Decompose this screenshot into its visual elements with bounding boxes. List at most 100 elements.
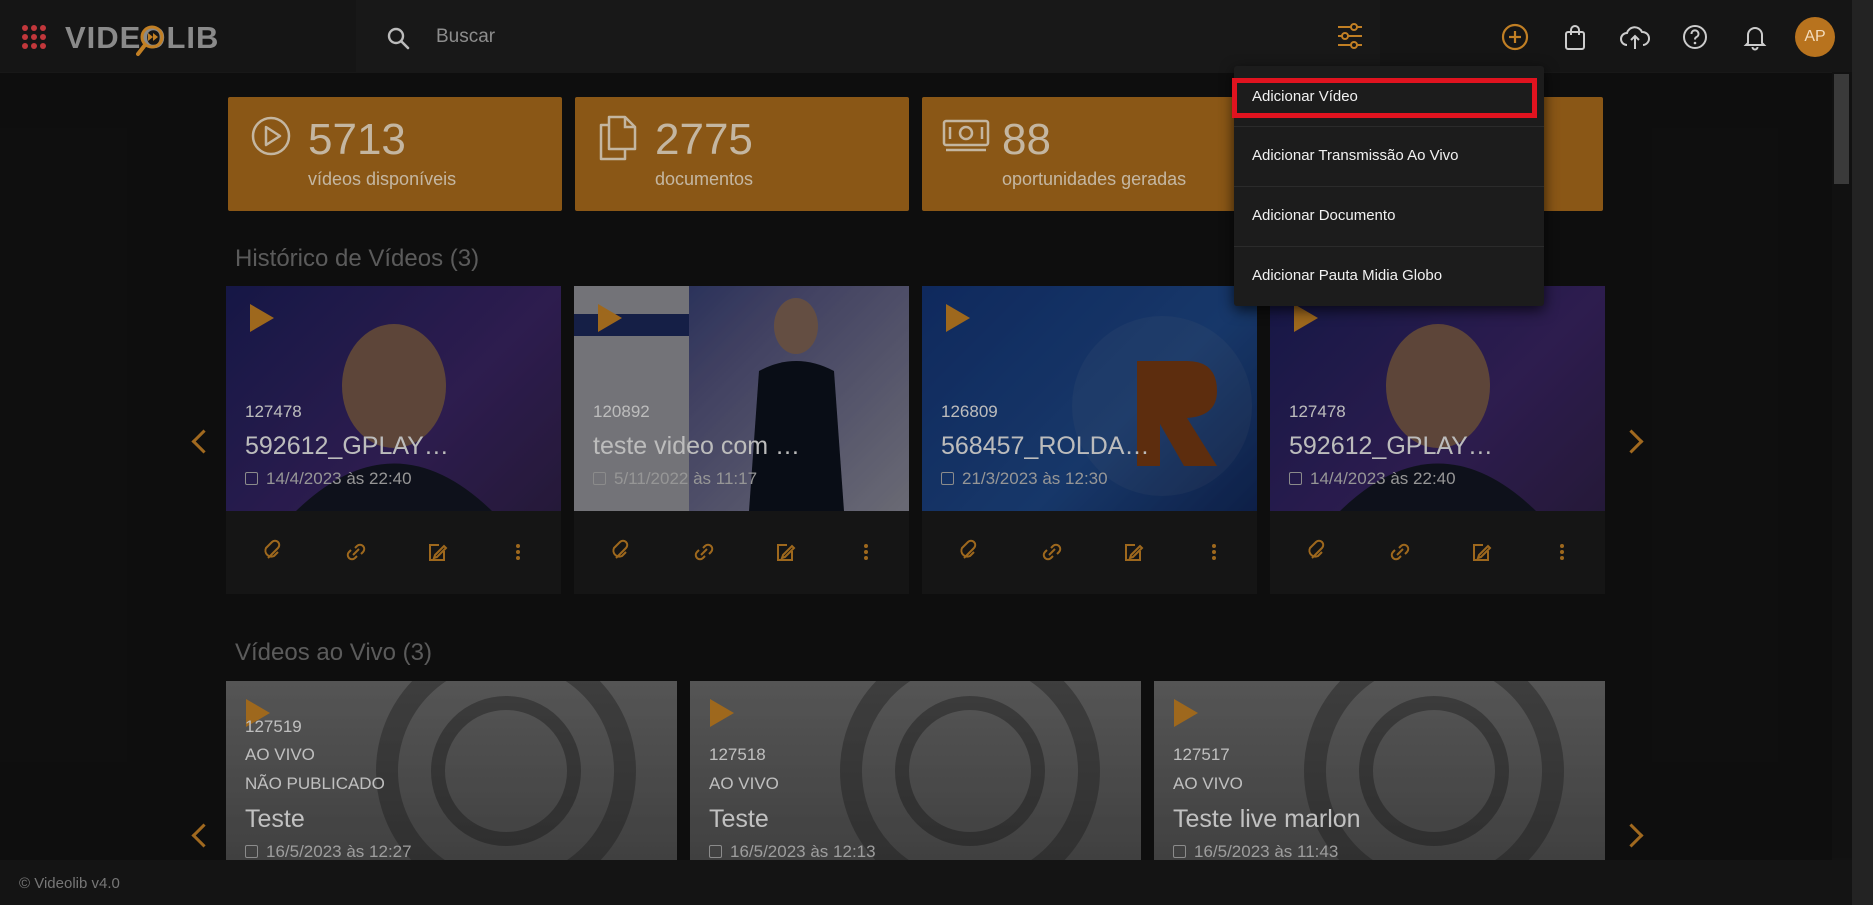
play-icon	[946, 304, 970, 332]
history-prev-arrow-icon[interactable]	[191, 429, 216, 454]
date-text: 5/11/2022 às 11:17	[614, 469, 758, 488]
video-thumbnail[interactable]: 127478 592612_GPLAY… 14/4/2023 às 22:40	[1270, 286, 1605, 511]
stat-value: 88	[1002, 115, 1051, 164]
money-icon	[942, 119, 990, 152]
calendar-icon	[709, 845, 722, 858]
notification-bell-icon[interactable]	[1741, 23, 1769, 51]
search-input[interactable]	[434, 22, 1138, 52]
link-icon[interactable]	[342, 538, 370, 566]
card-actions	[226, 538, 561, 574]
edit-icon[interactable]	[1119, 538, 1147, 566]
footer: © Videolib v4.0	[0, 860, 1852, 905]
history-section-title: Histórico de Vídeos (3)	[235, 245, 480, 272]
date-text: 16/5/2023 às 12:27	[266, 842, 412, 861]
history-video-card[interactable]: 126809 568457_ROLDA… 21/3/2023 às 12:30	[922, 286, 1257, 594]
edit-icon[interactable]	[771, 538, 799, 566]
date-text: 16/5/2023 às 12:13	[730, 842, 876, 861]
live-id: 127519	[245, 717, 302, 736]
live-title: Teste	[245, 805, 305, 833]
calendar-icon	[245, 472, 258, 485]
menu-item-add-document[interactable]: Adicionar Documento	[1234, 186, 1544, 247]
video-date: 5/11/2022 às 11:17	[593, 469, 757, 489]
publish-status: NÃO PUBLICADO	[245, 774, 385, 793]
edit-icon[interactable]	[423, 538, 451, 566]
history-video-card[interactable]: 127478 592612_GPLAY… 14/4/2023 às 22:40	[226, 286, 561, 594]
user-avatar[interactable]: AP	[1795, 17, 1835, 57]
more-options-icon[interactable]	[1548, 538, 1576, 566]
magnet-icon[interactable]	[1304, 538, 1332, 566]
filter-sliders-icon[interactable]	[1336, 23, 1364, 49]
live-prev-arrow-icon[interactable]	[191, 823, 216, 848]
history-video-card[interactable]: 120892 teste video com … 5/11/2022 às 11…	[574, 286, 909, 594]
video-title: 592612_GPLAY…	[1289, 432, 1493, 460]
live-date: 16/5/2023 às 12:13	[709, 842, 876, 861]
live-video-card[interactable]: 127519 AO VIVO NÃO PUBLICADO Teste 16/5/…	[226, 681, 677, 861]
video-title: teste video com …	[593, 432, 801, 460]
live-date: 16/5/2023 às 12:27	[245, 842, 412, 861]
calendar-icon	[245, 845, 258, 858]
history-video-card[interactable]: 127478 592612_GPLAY… 14/4/2023 às 22:40	[1270, 286, 1605, 594]
stat-value: 2775	[655, 115, 753, 164]
magnet-icon[interactable]	[608, 538, 636, 566]
menu-item-add-live[interactable]: Adicionar Transmissão Ao Vivo	[1234, 126, 1544, 187]
live-status: AO VIVO	[245, 745, 315, 764]
link-icon[interactable]	[1386, 538, 1414, 566]
stat-card-opportunities: 88 oportunidades geradas	[922, 97, 1256, 211]
stat-label: vídeos disponíveis	[308, 169, 457, 189]
menu-item-label: Adicionar Documento	[1252, 207, 1396, 224]
cloud-upload-icon[interactable]	[1619, 23, 1651, 51]
apps-grid-icon[interactable]	[22, 25, 46, 49]
menu-item-label: Adicionar Pauta Midia Globo	[1252, 267, 1443, 284]
magnet-icon[interactable]	[260, 538, 288, 566]
live-video-card[interactable]: 127518 AO VIVO Teste 16/5/2023 às 12:13	[690, 681, 1141, 861]
play-icon	[598, 304, 622, 332]
play-icon	[1294, 304, 1318, 332]
live-next-arrow-icon[interactable]	[1619, 823, 1644, 848]
search-icon[interactable]	[386, 26, 410, 50]
video-thumbnail[interactable]: 127478 592612_GPLAY… 14/4/2023 às 22:40	[226, 286, 561, 511]
logo-magnifier-icon	[136, 25, 164, 56]
live-status: AO VIVO	[709, 774, 779, 793]
scrollbar-track[interactable]	[1832, 72, 1852, 858]
link-icon[interactable]	[1038, 538, 1066, 566]
date-text: 21/3/2023 às 12:30	[962, 469, 1108, 488]
play-icon	[710, 699, 734, 727]
video-id: 127478	[1289, 402, 1346, 421]
stat-label: documentos	[655, 169, 754, 189]
stat-card-videos: 5713 vídeos disponíveis	[228, 97, 562, 211]
shopping-bag-icon[interactable]	[1561, 23, 1589, 51]
top-bar: VIDEOLIB AP	[0, 0, 1852, 73]
play-circle-icon	[251, 116, 291, 156]
help-icon[interactable]	[1681, 23, 1709, 51]
more-options-icon[interactable]	[852, 538, 880, 566]
video-title: 592612_GPLAY…	[245, 432, 449, 460]
scrollbar-thumb[interactable]	[1834, 74, 1849, 184]
video-id: 126809	[941, 402, 998, 421]
video-thumbnail[interactable]: 120892 teste video com … 5/11/2022 às 11…	[574, 286, 909, 511]
menu-item-add-pauta[interactable]: Adicionar Pauta Midia Globo	[1234, 246, 1544, 306]
video-thumbnail[interactable]: 126809 568457_ROLDA… 21/3/2023 às 12:30	[922, 286, 1257, 511]
video-date: 14/4/2023 às 22:40	[245, 469, 412, 489]
highlight-box	[1232, 78, 1537, 118]
add-circle-icon[interactable]	[1501, 23, 1529, 51]
live-id: 127518	[709, 745, 766, 764]
live-title: Teste	[709, 805, 769, 833]
history-next-arrow-icon[interactable]	[1619, 429, 1644, 454]
edit-icon[interactable]	[1467, 538, 1495, 566]
video-date: 14/4/2023 às 22:40	[1289, 469, 1456, 489]
play-icon	[1174, 699, 1198, 727]
live-video-card[interactable]: 127517 AO VIVO Teste live marlon 16/5/20…	[1154, 681, 1605, 861]
live-id: 127517	[1173, 745, 1230, 764]
magnet-icon[interactable]	[956, 538, 984, 566]
live-status: AO VIVO	[1173, 774, 1243, 793]
more-options-icon[interactable]	[1200, 538, 1228, 566]
window-edge	[1852, 0, 1873, 905]
calendar-icon	[941, 472, 954, 485]
more-options-icon[interactable]	[504, 538, 532, 566]
video-title: 568457_ROLDA…	[941, 432, 1150, 460]
link-icon[interactable]	[690, 538, 718, 566]
stat-value: 5713	[308, 115, 406, 164]
live-section-title: Vídeos ao Vivo (3)	[235, 639, 433, 666]
video-id: 127478	[245, 402, 302, 421]
calendar-icon	[1289, 472, 1302, 485]
